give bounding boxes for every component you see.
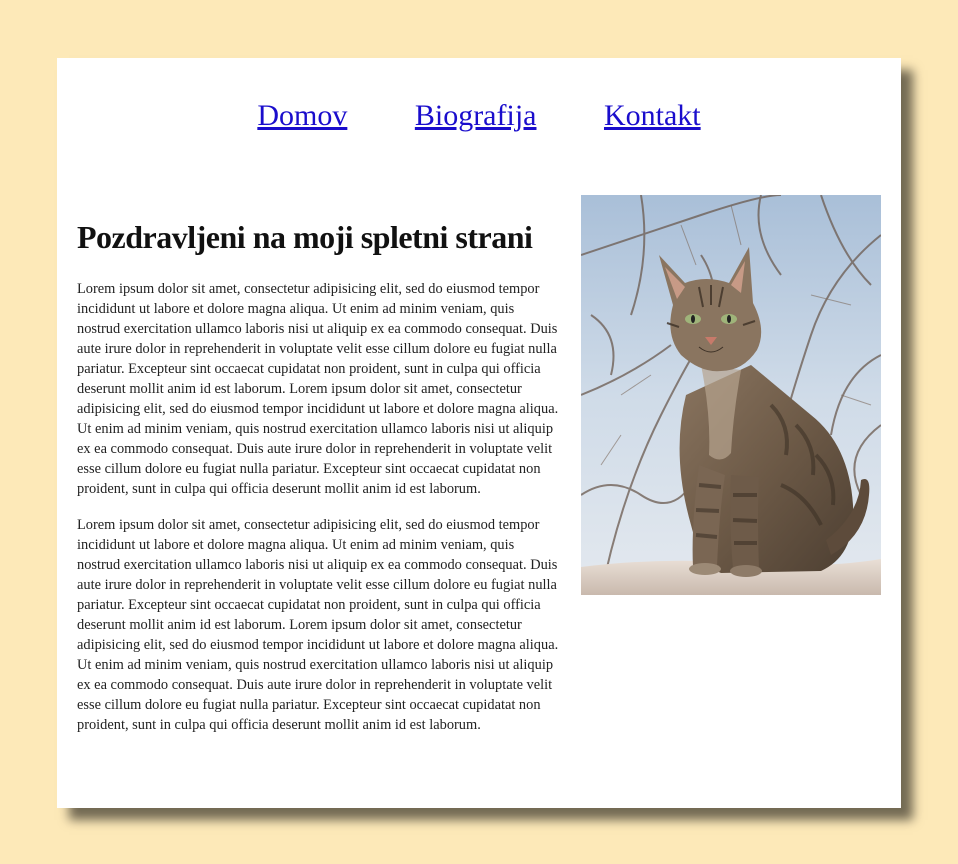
main-nav: Domov Biografija Kontakt [57, 98, 901, 134]
paragraph-1: Lorem ipsum dolor sit amet, consectetur … [77, 281, 559, 497]
cat-photo [581, 195, 881, 595]
paragraph-2: Lorem ipsum dolor sit amet, consectetur … [77, 517, 559, 733]
nav-link-biografija[interactable]: Biografija [415, 99, 537, 132]
nav-link-domov[interactable]: Domov [257, 99, 347, 132]
page-card: Domov Biografija Kontakt Pozdravljeni na… [57, 58, 901, 808]
nav-link-kontakt[interactable]: Kontakt [604, 99, 701, 132]
text-column: Pozdravljeni na moji spletni strani Lore… [77, 217, 559, 751]
page-heading: Pozdravljeni na moji spletni strani [77, 219, 533, 255]
